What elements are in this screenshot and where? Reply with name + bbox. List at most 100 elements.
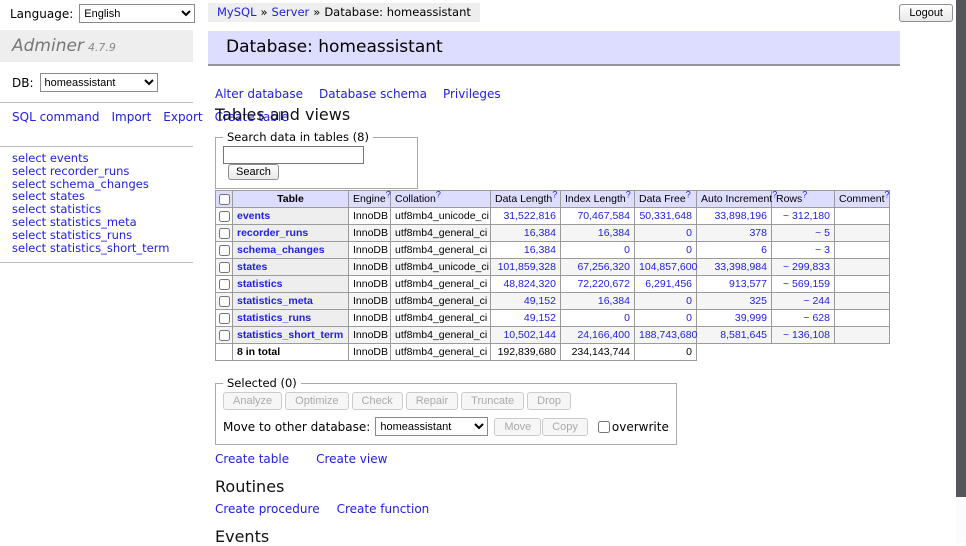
truncate-button[interactable]: Truncate: [461, 392, 524, 410]
data-length-link[interactable]: 31,522,816: [503, 210, 556, 222]
column-help-link[interactable]: ?: [436, 190, 441, 200]
column-help-link[interactable]: ?: [552, 190, 557, 200]
table-link-statistics-meta[interactable]: statistics_meta: [237, 295, 313, 307]
data-free-link[interactable]: 0: [686, 227, 692, 239]
row-select-cell[interactable]: [216, 225, 233, 242]
row-select-cell[interactable]: [216, 293, 233, 310]
create-function-link[interactable]: Create function: [337, 502, 430, 516]
index-length-link[interactable]: 24,166,400: [577, 329, 630, 341]
table-link-statistics-short-term[interactable]: statistics_short_term: [237, 329, 343, 341]
analyze-button[interactable]: Analyze: [223, 392, 282, 410]
data-length-link[interactable]: 48,824,320: [503, 278, 556, 290]
drop-button[interactable]: Drop: [527, 392, 571, 410]
column-help-link[interactable]: ?: [386, 190, 391, 200]
data-free-link[interactable]: 0: [686, 312, 692, 324]
auto-increment-link[interactable]: 913,577: [729, 278, 767, 290]
table-link-states[interactable]: states: [237, 261, 267, 273]
search-button[interactable]: Search: [228, 164, 279, 180]
column-help-link[interactable]: ?: [626, 190, 631, 200]
row-select-cell[interactable]: [216, 259, 233, 276]
breadcrumb-link-server[interactable]: Server: [272, 5, 310, 19]
data-free-link[interactable]: 6,291,456: [645, 278, 692, 290]
create-table-link[interactable]: Create table: [215, 452, 289, 466]
index-length-link[interactable]: 72,220,672: [577, 278, 630, 290]
page-scrollbar[interactable]: [956, 0, 966, 543]
overwrite-checkbox[interactable]: [598, 421, 610, 433]
data-length-link[interactable]: 10,502,144: [503, 329, 556, 341]
create-procedure-link[interactable]: Create procedure: [215, 502, 320, 516]
auto-increment-link[interactable]: 33,398,984: [714, 261, 767, 273]
rows-link[interactable]: ~ 244: [803, 295, 830, 307]
index-length-link[interactable]: 0: [624, 312, 630, 324]
rows-link[interactable]: ~ 3: [815, 244, 830, 256]
column-help-link[interactable]: ?: [802, 190, 807, 200]
row-checkbox[interactable]: [219, 279, 230, 290]
sidebar-link-sql-command[interactable]: SQL command: [12, 110, 99, 124]
auto-increment-link[interactable]: 39,999: [735, 312, 767, 324]
data-length-link[interactable]: 16,384: [524, 244, 556, 256]
logout-button[interactable]: Logout: [899, 4, 953, 22]
create-view-link[interactable]: Create view: [316, 452, 387, 466]
data-length-link[interactable]: 49,152: [524, 295, 556, 307]
auto-increment-link[interactable]: 8,581,645: [720, 329, 767, 341]
data-length-link[interactable]: 101,859,328: [498, 261, 556, 273]
rows-link[interactable]: ~ 569,159: [783, 278, 830, 290]
language-select[interactable]: English: [79, 4, 195, 23]
row-select-cell[interactable]: [216, 276, 233, 293]
row-select-cell[interactable]: [216, 310, 233, 327]
rows-link[interactable]: ~ 312,180: [783, 210, 830, 222]
row-select-cell[interactable]: [216, 242, 233, 259]
rows-link[interactable]: ~ 5: [815, 227, 830, 239]
row-checkbox[interactable]: [219, 211, 230, 222]
database-schema-link[interactable]: Database schema: [319, 87, 427, 101]
check-button[interactable]: Check: [352, 392, 403, 410]
row-checkbox[interactable]: [219, 245, 230, 256]
table-link-statistics-runs[interactable]: statistics_runs: [237, 312, 311, 324]
table-link-events[interactable]: events: [237, 210, 270, 222]
index-length-link[interactable]: 16,384: [598, 227, 630, 239]
data-free-link[interactable]: 188,743,680: [639, 329, 697, 341]
data-length-link[interactable]: 16,384: [524, 227, 556, 239]
sidebar-link-import[interactable]: Import: [111, 110, 151, 124]
index-length-link[interactable]: 0: [624, 244, 630, 256]
row-checkbox[interactable]: [219, 330, 230, 341]
move-database-select[interactable]: homeassistant: [375, 417, 488, 436]
row-checkbox[interactable]: [219, 313, 230, 324]
data-free-link[interactable]: 50,331,648: [639, 210, 692, 222]
row-checkbox[interactable]: [219, 262, 230, 273]
index-length-link[interactable]: 70,467,584: [577, 210, 630, 222]
column-help-link[interactable]: ?: [885, 190, 890, 200]
db-select[interactable]: homeassistant: [40, 73, 158, 92]
repair-button[interactable]: Repair: [406, 392, 458, 410]
data-free-link[interactable]: 104,857,600: [639, 261, 697, 273]
copy-button[interactable]: Copy: [542, 418, 588, 436]
auto-increment-link[interactable]: 6: [761, 244, 767, 256]
data-free-link[interactable]: 0: [686, 244, 692, 256]
row-checkbox[interactable]: [219, 296, 230, 307]
table-link-schema-changes[interactable]: schema_changes: [237, 244, 325, 256]
table-link-statistics[interactable]: statistics: [237, 278, 283, 290]
column-help-link[interactable]: ?: [686, 190, 691, 200]
index-length-link[interactable]: 67,256,320: [577, 261, 630, 273]
row-checkbox[interactable]: [219, 228, 230, 239]
scrollbar-thumb[interactable]: [956, 0, 966, 497]
rows-link[interactable]: ~ 299,833: [783, 261, 830, 273]
data-length-link[interactable]: 49,152: [524, 312, 556, 324]
row-select-cell[interactable]: [216, 327, 233, 344]
sidebar-table-link-statistics-short-term[interactable]: select statistics_short_term: [12, 241, 169, 255]
table-link-recorder-runs[interactable]: recorder_runs: [237, 227, 308, 239]
rows-link[interactable]: ~ 136,108: [783, 329, 830, 341]
move-button[interactable]: Move: [494, 418, 541, 436]
index-length-link[interactable]: 16,384: [598, 295, 630, 307]
search-input[interactable]: [223, 146, 364, 164]
privileges-link[interactable]: Privileges: [443, 87, 501, 101]
optimize-button[interactable]: Optimize: [285, 392, 348, 410]
breadcrumb-link-mysql[interactable]: MySQL: [217, 5, 257, 19]
auto-increment-link[interactable]: 378: [749, 227, 767, 239]
row-select-cell[interactable]: [216, 208, 233, 225]
select-all-cell[interactable]: [216, 191, 233, 208]
rows-link[interactable]: ~ 628: [803, 312, 830, 324]
auto-increment-link[interactable]: 33,898,196: [714, 210, 767, 222]
select-all-checkbox[interactable]: [219, 194, 230, 205]
alter-database-link[interactable]: Alter database: [215, 87, 303, 101]
